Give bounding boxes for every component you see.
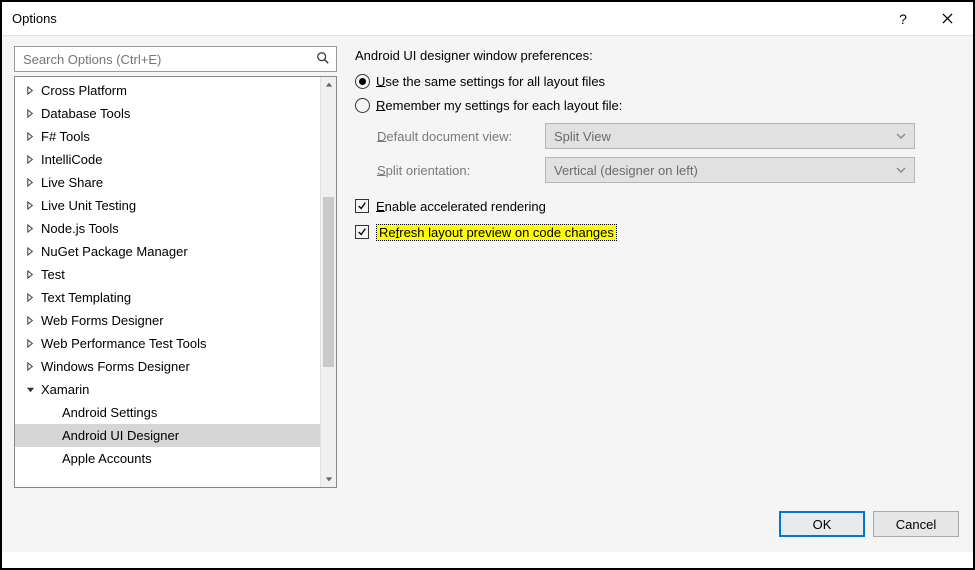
tree-label: Node.js Tools [41, 221, 119, 236]
close-button[interactable] [925, 4, 969, 34]
panel-heading: Android UI designer window preferences: [355, 48, 961, 63]
expand-icon[interactable] [23, 245, 37, 259]
tree-node[interactable]: Test [15, 263, 320, 286]
search-box[interactable] [14, 46, 337, 72]
tree-label: Live Share [41, 175, 103, 190]
chevron-down-icon [896, 131, 906, 141]
tree-node[interactable]: Live Share [15, 171, 320, 194]
tree-label: Live Unit Testing [41, 198, 136, 213]
combo-value: Split View [554, 129, 611, 144]
expand-icon[interactable] [23, 153, 37, 167]
options-tree[interactable]: Cross Platform Database Tools F# Tools I… [15, 77, 320, 487]
window-title: Options [12, 11, 881, 26]
left-panel: Cross Platform Database Tools F# Tools I… [14, 46, 337, 488]
default-view-combo[interactable]: Split View [545, 123, 915, 149]
search-input[interactable] [21, 51, 316, 68]
search-icon [316, 51, 330, 68]
cancel-button[interactable]: Cancel [873, 511, 959, 537]
tree-child-selected[interactable]: Android UI Designer [15, 424, 320, 447]
tree-child[interactable]: Android Settings [15, 401, 320, 424]
right-panel: Android UI designer window preferences: … [355, 46, 961, 488]
close-icon [942, 13, 953, 24]
tree-node[interactable]: Database Tools [15, 102, 320, 125]
dialog-footer: OK Cancel [2, 496, 973, 552]
expand-icon[interactable] [23, 176, 37, 190]
tree-node[interactable]: Text Templating [15, 286, 320, 309]
tree-node[interactable]: NuGet Package Manager [15, 240, 320, 263]
checkbox-label: Enable accelerated rendering [376, 199, 546, 214]
tree-label: Cross Platform [41, 83, 127, 98]
tree-label: Database Tools [41, 106, 130, 121]
expand-icon[interactable] [23, 268, 37, 282]
expand-icon[interactable] [23, 130, 37, 144]
tree-label: NuGet Package Manager [41, 244, 188, 259]
radio-remember[interactable]: Remember my settings for each layout fil… [355, 93, 961, 117]
scroll-up-icon[interactable] [321, 77, 336, 93]
expand-icon[interactable] [23, 291, 37, 305]
tree-label: IntelliCode [41, 152, 102, 167]
checkbox-icon-checked[interactable] [355, 225, 369, 239]
chevron-down-icon [896, 165, 906, 175]
scrollbar-thumb[interactable] [323, 197, 334, 367]
checkbox-icon-checked[interactable] [355, 199, 369, 213]
tree-label: Text Templating [41, 290, 131, 305]
tree-label: Test [41, 267, 65, 282]
tree-node[interactable]: Web Forms Designer [15, 309, 320, 332]
radio-icon[interactable] [355, 98, 370, 113]
split-orientation-combo[interactable]: Vertical (designer on left) [545, 157, 915, 183]
tree-child[interactable]: Apple Accounts [15, 447, 320, 470]
expand-icon[interactable] [23, 314, 37, 328]
tree-node[interactable]: IntelliCode [15, 148, 320, 171]
collapse-icon[interactable] [23, 383, 37, 397]
titlebar[interactable]: Options ? [2, 2, 973, 36]
radio-label: Use the same settings for all layout fil… [376, 74, 605, 89]
tree-label: Xamarin [41, 382, 89, 397]
expand-icon[interactable] [23, 199, 37, 213]
tree-label: Android Settings [62, 405, 157, 420]
scroll-down-icon[interactable] [321, 471, 336, 487]
default-view-label: Default document view: [377, 129, 545, 144]
tree-node[interactable]: F# Tools [15, 125, 320, 148]
radio-icon-selected[interactable] [355, 74, 370, 89]
tree-label: Android UI Designer [62, 428, 179, 443]
combo-value: Vertical (designer on left) [554, 163, 698, 178]
tree-node[interactable]: Web Performance Test Tools [15, 332, 320, 355]
tree-label: Windows Forms Designer [41, 359, 190, 374]
checkbox-accelerated[interactable]: Enable accelerated rendering [355, 195, 961, 217]
expand-icon[interactable] [23, 107, 37, 121]
checkbox-refresh[interactable]: Refresh layout preview on code changes [355, 221, 961, 243]
expand-icon[interactable] [23, 360, 37, 374]
expand-icon[interactable] [23, 84, 37, 98]
scrollbar[interactable] [320, 77, 336, 487]
radio-use-same[interactable]: Use the same settings for all layout fil… [355, 69, 961, 93]
tree-container: Cross Platform Database Tools F# Tools I… [14, 76, 337, 488]
tree-node[interactable]: Windows Forms Designer [15, 355, 320, 378]
tree-label: Apple Accounts [62, 451, 152, 466]
expand-icon[interactable] [23, 337, 37, 351]
help-button[interactable]: ? [881, 4, 925, 34]
tree-node[interactable]: Cross Platform [15, 79, 320, 102]
expand-icon[interactable] [23, 222, 37, 236]
ok-button[interactable]: OK [779, 511, 865, 537]
tree-label: Web Forms Designer [41, 313, 164, 328]
tree-node[interactable]: Node.js Tools [15, 217, 320, 240]
tree-label: F# Tools [41, 129, 90, 144]
checkbox-label-highlighted: Refresh layout preview on code changes [376, 224, 617, 241]
dialog-body: Cross Platform Database Tools F# Tools I… [2, 36, 973, 496]
radio-label: Remember my settings for each layout fil… [376, 98, 622, 113]
radio-subgrid: Default document view: Split View Split … [377, 123, 887, 183]
tree-node-xamarin[interactable]: Xamarin [15, 378, 320, 401]
tree-node[interactable]: Live Unit Testing [15, 194, 320, 217]
split-orientation-label: Split orientation: [377, 163, 545, 178]
tree-label: Web Performance Test Tools [41, 336, 206, 351]
